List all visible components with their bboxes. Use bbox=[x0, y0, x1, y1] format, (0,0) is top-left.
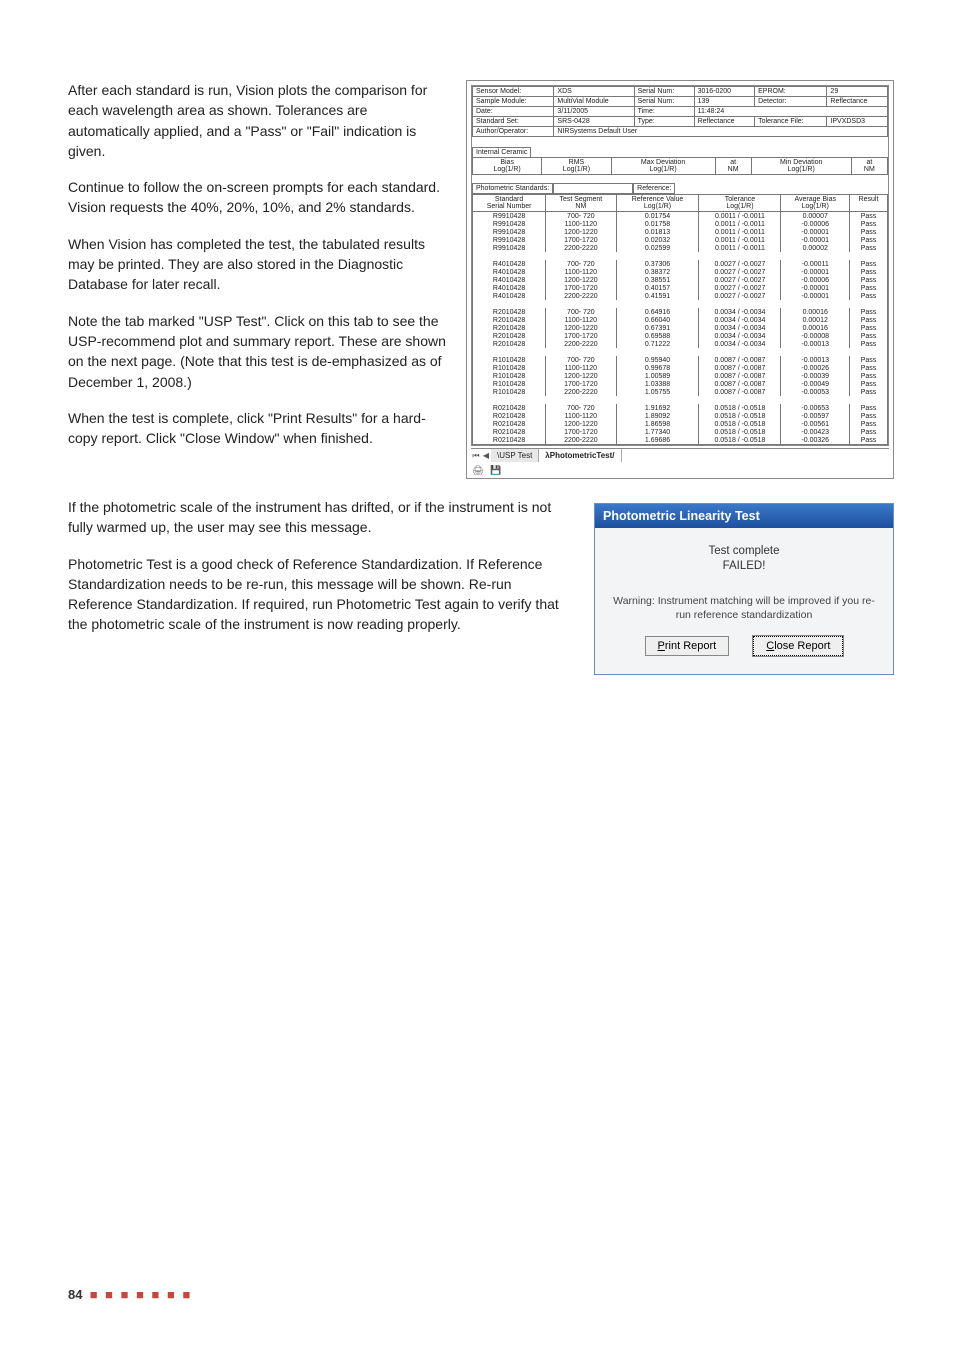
paragraph-2: Continue to follow the on-screen prompts… bbox=[68, 177, 448, 218]
meta-value: 3016-0200 bbox=[694, 87, 755, 97]
table-row: R4010428700- 7200.373060.0027 / -0.0027-… bbox=[473, 260, 888, 268]
table-row: R10104281100-11200.996780.0087 / -0.0087… bbox=[473, 364, 888, 372]
table-row: R02104281700-17201.773400.0518 / -0.0518… bbox=[473, 428, 888, 436]
table-row: R1010428700- 7200.959400.0087 / -0.0087-… bbox=[473, 356, 888, 364]
meta-value: Reflectance bbox=[827, 97, 888, 107]
meta-label: Sample Module: bbox=[473, 97, 554, 107]
close-report-button[interactable]: Close Report bbox=[753, 636, 843, 656]
table-row: R40104281700-17200.401570.0027 / -0.0027… bbox=[473, 284, 888, 292]
dialog-warning-text: Warning: Instrument matching will be imp… bbox=[607, 594, 881, 622]
table-row: R40104281200-12200.385510.0027 / -0.0027… bbox=[473, 276, 888, 284]
page-footer: 84 ■ ■ ■ ■ ■ ■ ■ bbox=[68, 1287, 192, 1302]
tab-photometric-test[interactable]: λ PhotometricTest / bbox=[539, 449, 621, 462]
meta-value: 29 bbox=[827, 87, 888, 97]
meta-label: Date: bbox=[473, 107, 554, 117]
table-row: R10104282200-22201.057550.0087 / -0.0087… bbox=[473, 388, 888, 396]
meta-label: Serial Num: bbox=[634, 87, 694, 97]
meta-label: Detector: bbox=[755, 97, 827, 107]
table-row: R40104282200-22200.415910.0027 / -0.0027… bbox=[473, 292, 888, 300]
page-number: 84 bbox=[68, 1287, 82, 1302]
table-row: R20104281200-12200.673910.0034 / -0.0034… bbox=[473, 324, 888, 332]
photometric-standards-label: Photometric Standards: bbox=[472, 183, 553, 194]
printer-icon[interactable]: 🖨 bbox=[471, 464, 485, 476]
paragraph-4: Note the tab marked "USP Test". Click on… bbox=[68, 311, 448, 392]
photometric-data-table: StandardSerial Number Test SegmentNM Ref… bbox=[472, 194, 888, 445]
table-row: R0210428700- 7201.916920.0518 / -0.0518-… bbox=[473, 404, 888, 412]
table-row: R99104281100-11200.017580.0011 / -0.0011… bbox=[473, 220, 888, 228]
meta-label: Author/Operator: bbox=[473, 127, 554, 137]
paragraph-7: Photometric Test is a good check of Refe… bbox=[68, 554, 568, 635]
meta-label: Standard Set: bbox=[473, 117, 554, 127]
meta-label: Type: bbox=[634, 117, 694, 127]
table-row bbox=[473, 348, 888, 356]
internal-ceramic-headers: BiasLog(1/R) RMSLog(1/R) Max DeviationLo… bbox=[472, 157, 888, 175]
table-row: R20104281100-11200.660400.0034 / -0.0034… bbox=[473, 316, 888, 324]
meta-value: IPVXDSD3 bbox=[827, 117, 888, 127]
dialog-result-line: FAILED! bbox=[607, 560, 881, 572]
tab-nav-first-icon[interactable]: ⏮ bbox=[471, 451, 481, 461]
table-row: R10104281700-17201.033880.0087 / -0.0087… bbox=[473, 380, 888, 388]
table-row: R20104282200-22200.712220.0034 / -0.0034… bbox=[473, 340, 888, 348]
table-row: R02104282200-22201.696860.0518 / -0.0518… bbox=[473, 436, 888, 445]
paragraph-1: After each standard is run, Vision plots… bbox=[68, 80, 448, 161]
tab-usp-test[interactable]: \ USP Test bbox=[491, 449, 539, 462]
table-row: R99104282200-22200.025990.0011 / -0.0011… bbox=[473, 244, 888, 252]
paragraph-6: If the photometric scale of the instrume… bbox=[68, 497, 568, 538]
reference-label: Reference: bbox=[633, 183, 675, 194]
table-row: R99104281200-12200.018130.0011 / -0.0011… bbox=[473, 228, 888, 236]
photometric-linearity-dialog: Photometric Linearity Test Test complete… bbox=[594, 503, 894, 675]
meta-label: Serial Num: bbox=[634, 97, 694, 107]
table-row: R02104281200-12201.865980.0518 / -0.0518… bbox=[473, 420, 888, 428]
dialog-title: Photometric Linearity Test bbox=[595, 504, 893, 528]
internal-ceramic-title: Internal Ceramic bbox=[472, 147, 531, 157]
sheet-tabs: ⏮ ◀ \ USP Test λ PhotometricTest / bbox=[471, 448, 889, 462]
table-row: R2010428700- 7200.649160.0034 / -0.00340… bbox=[473, 308, 888, 316]
table-row: R9910428700- 7200.017540.0011 / -0.00110… bbox=[473, 212, 888, 221]
paragraph-5: When the test is complete, click "Print … bbox=[68, 408, 448, 449]
table-row bbox=[473, 252, 888, 260]
meta-value: 11:48:24 bbox=[694, 107, 887, 117]
table-row bbox=[473, 396, 888, 404]
table-row: R02104281100-11201.890920.0518 / -0.0518… bbox=[473, 412, 888, 420]
meta-value: SRS-0428 bbox=[554, 117, 634, 127]
meta-label: Tolerance File: bbox=[755, 117, 827, 127]
table-row: R99104281700-17200.020320.0011 / -0.0011… bbox=[473, 236, 888, 244]
paragraph-3: When Vision has completed the test, the … bbox=[68, 234, 448, 295]
meta-value: Reflectance bbox=[694, 117, 755, 127]
meta-value: XDS bbox=[554, 87, 634, 97]
table-row: R40104281100-11200.383720.0027 / -0.0027… bbox=[473, 268, 888, 276]
table-row: R10104281200-12201.005890.0087 / -0.0087… bbox=[473, 372, 888, 380]
footer-dots-icon: ■ ■ ■ ■ ■ ■ ■ bbox=[90, 1287, 193, 1302]
meta-table: Sensor Model: XDS Serial Num: 3016-0200 … bbox=[472, 86, 888, 137]
table-row bbox=[473, 300, 888, 308]
meta-label: EPROM: bbox=[755, 87, 827, 97]
tab-nav-prev-icon[interactable]: ◀ bbox=[481, 451, 491, 460]
meta-value: MultiVial Module bbox=[554, 97, 634, 107]
meta-label: Time: bbox=[634, 107, 694, 117]
table-row: R20104281700-17200.695880.0034 / -0.0034… bbox=[473, 332, 888, 340]
meta-value: 139 bbox=[694, 97, 755, 107]
meta-value: NIRSystems Default User bbox=[554, 127, 888, 137]
meta-value: 3/11/2005 bbox=[554, 107, 634, 117]
save-disk-icon[interactable]: 💾 bbox=[489, 464, 503, 476]
results-spreadsheet: Sensor Model: XDS Serial Num: 3016-0200 … bbox=[466, 80, 894, 479]
dialog-status-line: Test complete bbox=[607, 545, 881, 557]
meta-label: Sensor Model: bbox=[473, 87, 554, 97]
print-report-button[interactable]: Print Report bbox=[645, 636, 730, 656]
